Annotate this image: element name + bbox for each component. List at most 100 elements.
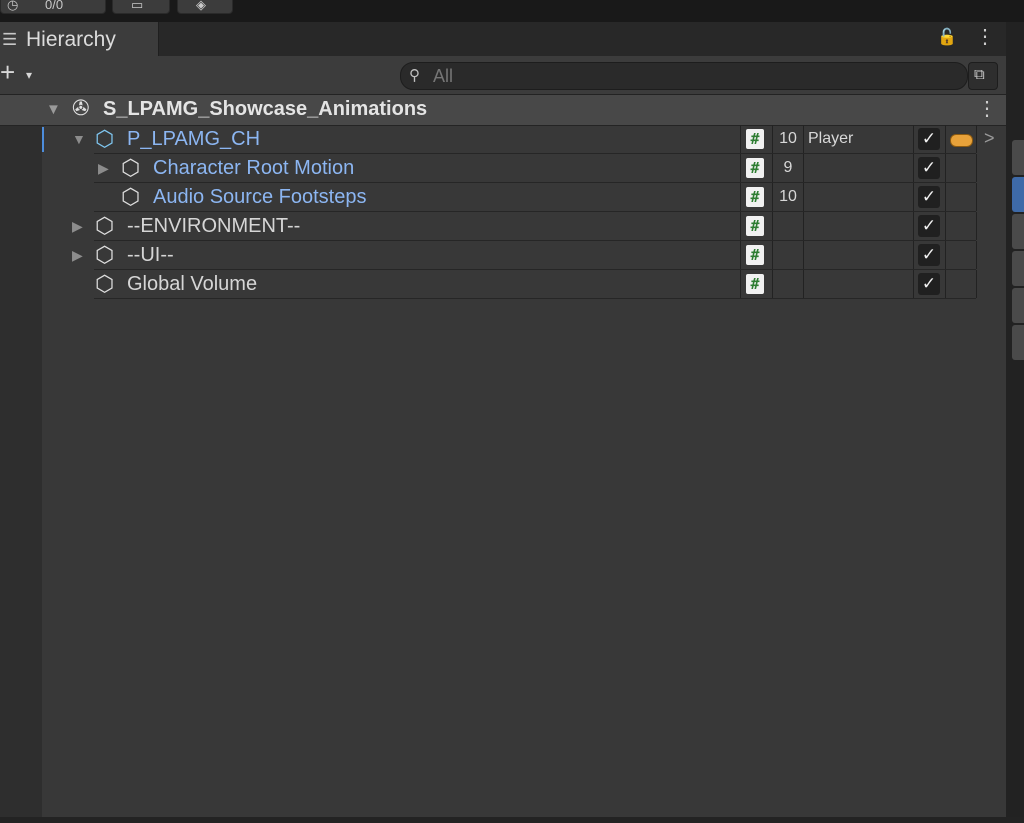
script-cell[interactable]: # <box>740 125 772 153</box>
expand-arrow-icon[interactable]: ▶ <box>98 160 109 177</box>
panel-bottom-edge <box>0 817 1024 823</box>
active-toggle-cell[interactable]: ✓ <box>913 241 946 269</box>
layer-cell[interactable] <box>772 212 803 240</box>
side-tab[interactable] <box>1012 214 1024 249</box>
active-checkbox[interactable]: ✓ <box>918 273 940 295</box>
active-checkbox[interactable]: ✓ <box>918 186 940 208</box>
tab-hierarchy[interactable]: ☰ Hierarchy <box>0 22 159 56</box>
panel-menu-icon[interactable]: ⋮ <box>975 27 995 47</box>
hierarchy-row-ui[interactable]: ▶ ⬡ --UI-- # ✓ <box>0 241 1006 270</box>
layer-cell[interactable]: 10 <box>772 183 803 211</box>
tag-value: Player <box>808 130 854 147</box>
timer-icon: ◷ <box>7 0 19 12</box>
object-name: --UI-- <box>127 244 174 266</box>
hierarchy-row-character-root-motion[interactable]: ▶ ⬡ Character Root Motion # 9 ✓ <box>0 154 1006 183</box>
layer-value: 10 <box>779 188 797 205</box>
services-button[interactable]: ◈ <box>177 0 233 14</box>
script-cell[interactable]: # <box>740 212 772 240</box>
prefab-cube-icon: ⬡ <box>95 126 115 151</box>
script-hash-icon: # <box>746 129 764 149</box>
active-checkbox[interactable]: ✓ <box>918 215 940 237</box>
hierarchy-panel: + ▾ ⚲ ⧉ ▼ ✇ S_LPAMG_Showcase_Animations … <box>0 56 1006 823</box>
layer-cell[interactable] <box>772 241 803 269</box>
object-name: --ENVIRONMENT-- <box>127 215 301 237</box>
layout-button[interactable]: ▭ <box>112 0 170 14</box>
static-pill-icon <box>950 134 973 147</box>
script-cell[interactable]: # <box>740 241 772 269</box>
active-checkbox[interactable]: ✓ <box>918 128 940 150</box>
script-hash-icon: # <box>746 245 764 265</box>
plus-icon: + <box>0 57 16 87</box>
gameobject-cube-icon: ⬡ <box>121 155 141 180</box>
active-toggle-cell[interactable]: ✓ <box>913 270 946 298</box>
gameobject-cube-icon: ⬡ <box>95 242 115 267</box>
side-tab[interactable] <box>1012 140 1024 175</box>
scene-header-row[interactable]: ▼ ✇ S_LPAMG_Showcase_Animations ⋮ <box>0 95 1006 126</box>
static-cell[interactable] <box>945 212 977 240</box>
script-hash-icon: # <box>746 158 764 178</box>
side-tab[interactable] <box>1012 325 1024 360</box>
active-checkbox[interactable]: ✓ <box>918 244 940 266</box>
services-icon: ◈ <box>196 0 206 12</box>
tag-cell[interactable] <box>803 154 914 182</box>
tag-cell[interactable] <box>803 241 914 269</box>
scene-menu-icon[interactable]: ⋮ <box>977 99 997 119</box>
expand-arrow-icon[interactable]: ▶ <box>72 218 83 235</box>
side-tab[interactable] <box>1012 251 1024 286</box>
script-hash-icon: # <box>746 187 764 207</box>
side-tab-selected[interactable] <box>1012 177 1024 212</box>
static-cell[interactable] <box>945 183 977 211</box>
hierarchy-row-p-lpamg-ch[interactable]: ▼ ⬡ P_LPAMG_CH # 10 Player ✓ > <box>0 125 1006 154</box>
chevron-right-icon[interactable]: > <box>984 128 995 149</box>
script-cell[interactable]: # <box>740 183 772 211</box>
hierarchy-toolbar: + ▾ ⚲ ⧉ <box>0 56 1006 95</box>
expand-arrow-icon[interactable]: ▼ <box>72 131 86 147</box>
static-cell[interactable] <box>945 241 977 269</box>
search-field[interactable]: ⚲ <box>400 62 968 90</box>
script-cell[interactable]: # <box>740 154 772 182</box>
hierarchy-row-global-volume[interactable]: ⬡ Global Volume # ✓ <box>0 270 1006 299</box>
unity-scene-icon: ✇ <box>72 97 90 120</box>
active-toggle-cell[interactable]: ✓ <box>913 183 946 211</box>
script-hash-icon: # <box>746 274 764 294</box>
layer-cell[interactable] <box>772 270 803 298</box>
object-name: Character Root Motion <box>153 157 355 179</box>
gameobject-cube-icon: ⬡ <box>121 184 141 209</box>
layer-cell[interactable]: 9 <box>772 154 803 182</box>
gameobject-cube-icon: ⬡ <box>95 271 115 296</box>
hierarchy-tab-bar: ☰ Hierarchy 🔓 ⋮ <box>0 22 1006 56</box>
tag-cell[interactable] <box>803 183 914 211</box>
selection-indicator <box>42 127 44 152</box>
search-icon: ⚲ <box>409 67 420 84</box>
layer-value: 10 <box>779 130 797 147</box>
active-toggle-cell[interactable]: ✓ <box>913 212 946 240</box>
static-cell[interactable] <box>945 270 977 298</box>
search-input[interactable] <box>433 66 953 86</box>
layer-cell[interactable]: 10 <box>772 125 803 153</box>
script-cell[interactable]: # <box>740 270 772 298</box>
expand-arrow-icon[interactable]: ▼ <box>46 101 61 118</box>
tag-cell[interactable]: Player <box>803 125 914 153</box>
gameobject-cube-icon: ⬡ <box>95 213 115 238</box>
search-options-button[interactable]: ⧉ <box>968 62 998 90</box>
active-toggle-cell[interactable]: ✓ <box>913 154 946 182</box>
hierarchy-row-audio-source-footsteps[interactable]: ⬡ Audio Source Footsteps # 10 ✓ <box>0 183 1006 212</box>
scene-name: S_LPAMG_Showcase_Animations <box>103 98 428 120</box>
static-cell[interactable] <box>945 125 977 153</box>
active-checkbox[interactable]: ✓ <box>918 157 940 179</box>
search-window-icon: ⧉ <box>974 66 985 83</box>
side-tab[interactable] <box>1012 288 1024 323</box>
lock-icon[interactable]: 🔓 <box>937 27 957 47</box>
play-timer-button[interactable]: ◷ 0/0 <box>0 0 106 14</box>
expand-arrow-icon[interactable]: ▶ <box>72 247 83 264</box>
layer-value: 9 <box>783 159 793 176</box>
hierarchy-row-environment[interactable]: ▶ ⬡ --ENVIRONMENT-- # ✓ <box>0 212 1006 241</box>
script-hash-icon: # <box>746 216 764 236</box>
tag-cell[interactable] <box>803 270 914 298</box>
object-name: P_LPAMG_CH <box>127 128 261 150</box>
create-button[interactable]: + ▾ <box>0 57 44 88</box>
chevron-down-icon: ▾ <box>26 68 33 82</box>
active-toggle-cell[interactable]: ✓ <box>913 125 946 153</box>
static-cell[interactable] <box>945 154 977 182</box>
tag-cell[interactable] <box>803 212 914 240</box>
